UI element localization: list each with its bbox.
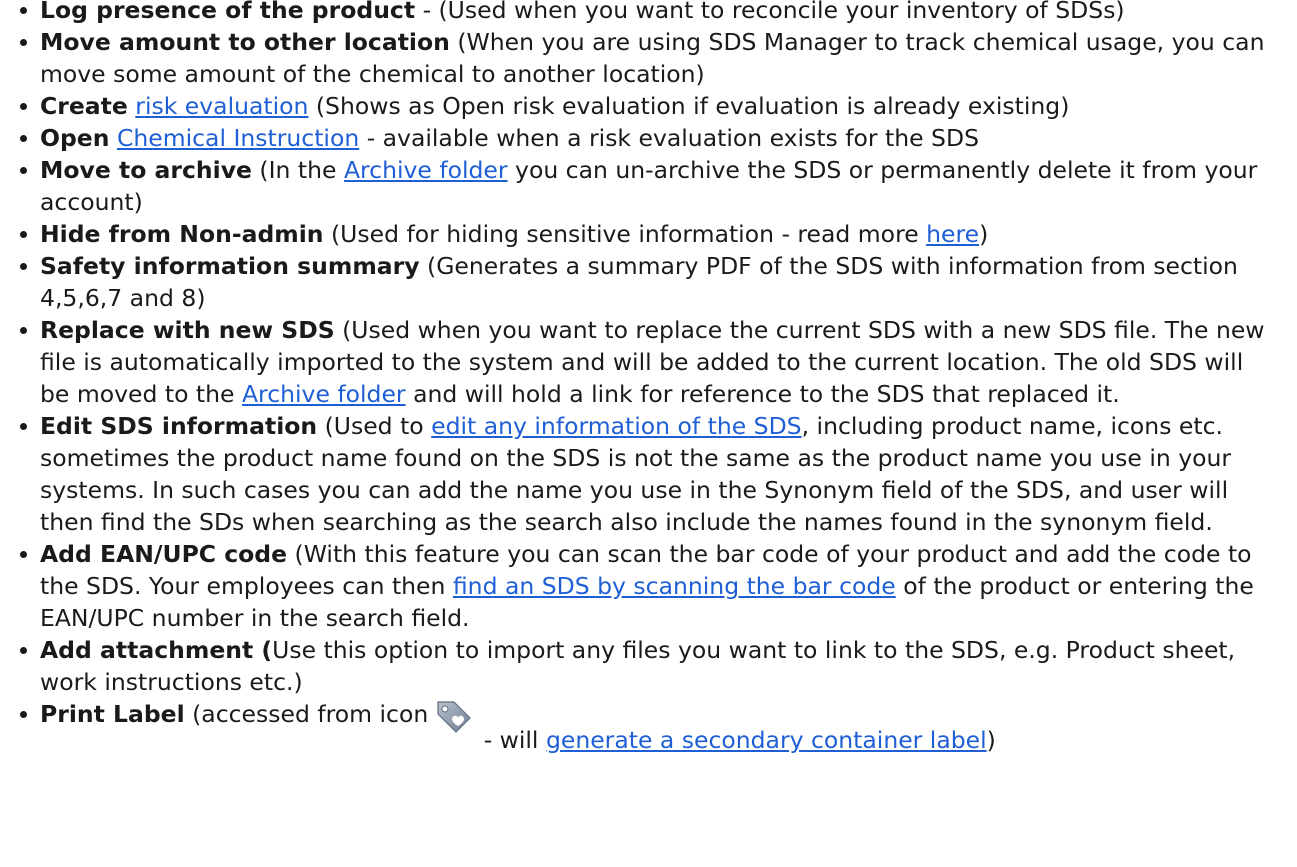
edit-sds-information-link[interactable]: edit any information of the SDS: [431, 412, 801, 440]
item-title: Replace with new SDS: [40, 316, 335, 344]
read-more-here-link[interactable]: here: [926, 220, 979, 248]
item-text: (Used to: [317, 412, 432, 440]
feature-list: Log presence of the product - (Used when…: [0, 0, 1297, 754]
list-item-create-risk-evaluation: Create risk evaluation (Shows as Open ri…: [20, 90, 1277, 122]
list-item-open-chemical-instruction: Open Chemical Instruction - available wh…: [20, 122, 1277, 154]
list-item-edit-sds-information: Edit SDS information (Used to edit any i…: [20, 410, 1277, 538]
item-title: Create: [40, 92, 128, 120]
list-item-log-presence: Log presence of the product - (Used when…: [20, 0, 1277, 26]
archive-folder-link[interactable]: Archive folder: [344, 156, 508, 184]
item-title: Safety information summary: [40, 252, 420, 280]
list-item-add-ean-upc-code: Add EAN/UPC code (With this feature you …: [20, 538, 1277, 634]
item-title: Edit SDS information: [40, 412, 318, 440]
risk-evaluation-link[interactable]: risk evaluation: [135, 92, 308, 120]
list-item-hide-from-non-admin: Hide from Non-admin (Used for hiding sen…: [20, 218, 1277, 250]
item-title: Log presence of the product: [40, 0, 416, 24]
item-text: - available when a risk evaluation exist…: [359, 124, 979, 152]
item-text: (accessed from icon: [184, 700, 429, 728]
item-text: ): [979, 220, 989, 248]
item-text: - will: [476, 726, 546, 754]
generate-secondary-label-link[interactable]: generate a secondary container label: [546, 726, 987, 754]
list-item-add-attachment: Add attachment (Use this option to impor…: [20, 634, 1277, 698]
list-item-print-label: Print Label (accessed from icon - will g…: [20, 698, 1277, 754]
item-text: ): [986, 726, 996, 754]
item-text: (In the: [251, 156, 344, 184]
list-item-move-to-archive: Move to archive (In the Archive folder y…: [20, 154, 1277, 218]
item-title: Move amount to other location: [40, 28, 450, 56]
item-title: Print Label: [40, 700, 185, 728]
tag-label-icon: [434, 698, 474, 740]
item-title: Move to archive: [40, 156, 252, 184]
item-title: Add attachment (: [40, 636, 273, 664]
item-title: Hide from Non-admin: [40, 220, 324, 248]
chemical-instruction-link[interactable]: Chemical Instruction: [117, 124, 359, 152]
item-text: - (Used when you want to reconcile your …: [415, 0, 1125, 24]
list-item-replace-with-new-sds: Replace with new SDS (Used when you want…: [20, 314, 1277, 410]
archive-folder-link[interactable]: Archive folder: [242, 380, 406, 408]
item-title: Add EAN/UPC code: [40, 540, 288, 568]
item-text: (Shows as Open risk evaluation if evalua…: [308, 92, 1070, 120]
list-item-safety-information-summary: Safety information summary (Generates a …: [20, 250, 1277, 314]
find-sds-by-barcode-link[interactable]: find an SDS by scanning the bar code: [453, 572, 896, 600]
item-text: and will hold a link for reference to th…: [405, 380, 1120, 408]
list-item-move-amount: Move amount to other location (When you …: [20, 26, 1277, 90]
item-text: (Used for hiding sensitive information -…: [323, 220, 927, 248]
item-title: Open: [40, 124, 110, 152]
